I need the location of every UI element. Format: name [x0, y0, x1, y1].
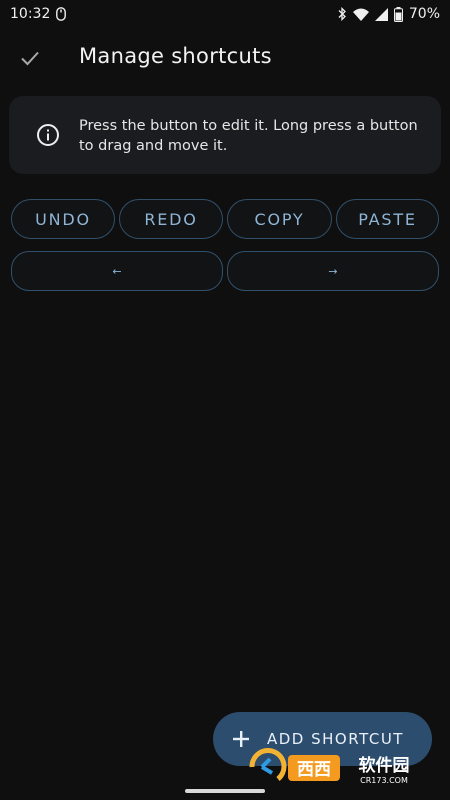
left-arrow-label: ← — [112, 264, 122, 278]
undo-label: UNDO — [35, 209, 91, 229]
check-icon[interactable] — [18, 46, 42, 70]
paste-label: PASTE — [358, 209, 417, 229]
right-arrow-label: → — [328, 264, 338, 278]
battery-percent: 70% — [408, 6, 440, 22]
redo-button[interactable]: REDO — [119, 199, 223, 239]
screen: 10:32 70% Manage shortcuts Press the but… — [0, 0, 450, 800]
add-shortcut-label: ADD SHORTCUT — [267, 730, 404, 748]
copy-label: COPY — [254, 209, 305, 229]
svg-text:西西: 西西 — [297, 760, 331, 780]
watermark-logo: 西西 软件园 CR173.COM — [248, 747, 432, 787]
info-card: Press the button to edit it. Long press … — [9, 96, 441, 174]
svg-text:CR173.COM: CR173.COM — [360, 776, 408, 785]
info-icon — [36, 123, 60, 147]
undo-button[interactable]: UNDO — [11, 199, 115, 239]
redo-label: REDO — [144, 209, 198, 229]
home-indicator[interactable] — [185, 789, 265, 793]
svg-text:软件园: 软件园 — [359, 755, 410, 776]
left-arrow-button[interactable]: ← — [11, 251, 223, 291]
paste-button[interactable]: PASTE — [336, 199, 439, 239]
page-title: Manage shortcuts — [79, 44, 272, 68]
bluetooth-icon — [337, 7, 347, 21]
right-arrow-button[interactable]: → — [227, 251, 439, 291]
info-text: Press the button to edit it. Long press … — [79, 118, 418, 154]
wifi-icon — [352, 8, 369, 21]
battery-icon — [393, 6, 403, 22]
copy-button[interactable]: COPY — [227, 199, 332, 239]
status-bar: 10:32 70% — [0, 0, 450, 28]
mouse-icon — [56, 7, 67, 21]
signal-icon — [374, 7, 388, 21]
app-bar: Manage shortcuts — [0, 36, 450, 80]
status-left: 10:32 — [10, 6, 67, 22]
status-time: 10:32 — [10, 6, 51, 22]
plus-icon — [231, 729, 251, 749]
status-right: 70% — [337, 6, 440, 22]
